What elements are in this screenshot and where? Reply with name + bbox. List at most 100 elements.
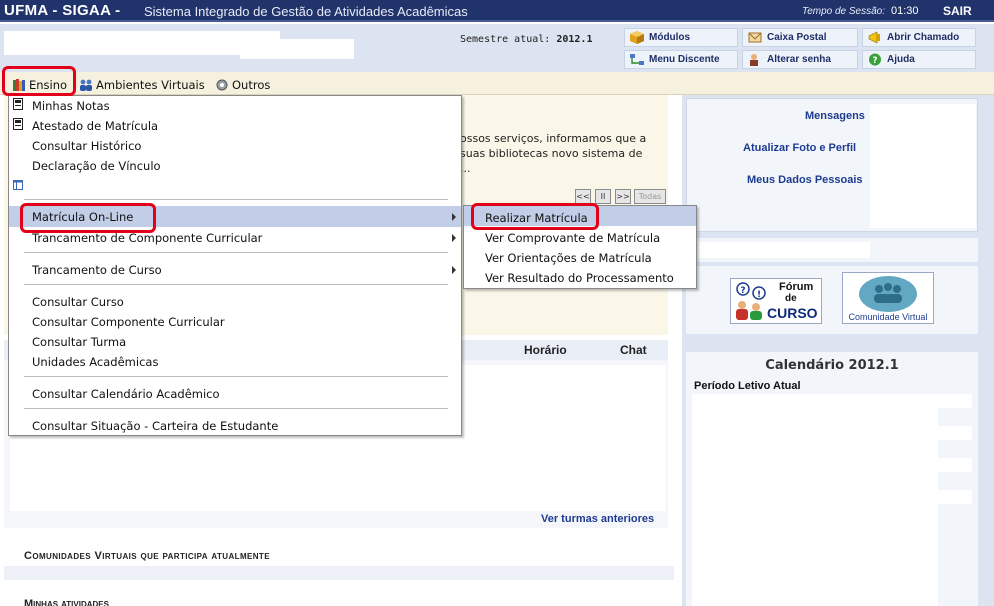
user-name-box — [4, 31, 280, 55]
abrir-chamado-label: Abrir Chamado — [887, 32, 960, 43]
document-icon — [13, 118, 23, 130]
profile-photo — [870, 104, 976, 228]
submenu-item-orientacoes[interactable]: Ver Orientações de Matrícula — [485, 251, 652, 265]
top-bar: UFMA - SIGAA - Sistema Integrado de Gest… — [0, 0, 994, 22]
brand-title: UFMA - SIGAA - — [4, 2, 121, 19]
menu-discente-button[interactable]: Menu Discente — [624, 50, 738, 69]
menu-separator — [24, 284, 448, 285]
calendario-title: Calendário 2012.1 — [765, 358, 899, 373]
modulos-label: Módulos — [649, 32, 691, 43]
help-icon: ? — [869, 53, 881, 66]
annotation-highlight-realizar-matricula — [471, 203, 599, 230]
info-bar-content — [698, 242, 870, 258]
minhas-atividades-title: Minhas atividades — [24, 598, 109, 606]
periodo-letivo-label: Período Letivo Atual — [694, 380, 801, 392]
menu-discente-label: Menu Discente — [649, 54, 720, 65]
menu-ambientes-label: Ambientes Virtuais — [96, 78, 205, 92]
semestre-atual: Semestre atual: 2012.1 — [460, 34, 592, 45]
meus-dados-link[interactable]: Meus Dados Pessoais — [747, 174, 863, 186]
column-horario: Horário — [524, 343, 567, 357]
abrir-chamado-button[interactable]: Abrir Chamado — [862, 28, 976, 47]
submenu-arrow-icon — [452, 266, 456, 274]
comunidade-virtual-label: Comunidade Virtual — [848, 312, 928, 322]
caixa-postal-button[interactable]: Caixa Postal — [742, 28, 858, 47]
annotation-highlight-ensino — [2, 66, 76, 96]
menu-separator — [24, 376, 448, 377]
pager-next-button[interactable]: >> — [615, 189, 631, 204]
comunidades-title: Comunidades Virtuais que participa atual… — [24, 550, 270, 562]
menu-item-trancamento-componente[interactable]: Trancamento de Componente Curricular — [32, 231, 262, 245]
atualizar-foto-link[interactable]: Atualizar Foto e Perfil — [743, 142, 856, 154]
people-icon — [80, 79, 92, 91]
user-key-icon — [750, 54, 758, 66]
megaphone-icon — [868, 31, 880, 44]
comunidades-list — [4, 566, 674, 580]
alterar-senha-label: Alterar senha — [767, 54, 831, 65]
menu-separator — [24, 408, 448, 409]
ver-turmas-anteriores-link[interactable]: Ver turmas anteriores — [541, 513, 654, 525]
notice-text: ossos serviços, informamos que a suas bi… — [460, 131, 660, 176]
menu-outros[interactable]: Outros — [215, 78, 270, 92]
svg-text:?: ? — [872, 56, 877, 66]
user-info-box — [240, 39, 354, 59]
menu-outros-label: Outros — [232, 78, 271, 92]
group-icon — [874, 283, 902, 303]
menu-separator — [24, 199, 448, 200]
calendario-row — [938, 426, 972, 440]
calendario-row — [938, 490, 972, 504]
menu-item-minhas-notas[interactable]: Minhas Notas — [32, 99, 110, 113]
ajuda-button[interactable]: ? Ajuda — [862, 50, 976, 69]
menu-item-unidades-academicas[interactable]: Unidades Acadêmicas — [32, 355, 158, 369]
column-chat: Chat — [620, 343, 647, 357]
cube-icon — [630, 31, 644, 44]
alterar-senha-button[interactable]: Alterar senha — [742, 50, 858, 69]
menu-item-consultar-turma[interactable]: Consultar Turma — [32, 335, 126, 349]
menu-separator — [24, 252, 448, 253]
document-icon — [13, 98, 23, 110]
notice-line: suas bibliotecas novo sistema de — [460, 147, 643, 160]
pager-all-button[interactable]: Todas — [634, 189, 666, 204]
modulos-button[interactable]: Módulos — [624, 28, 738, 47]
session-time: 01:30 — [891, 5, 919, 17]
menu-item-consultar-curso[interactable]: Consultar Curso — [32, 295, 124, 309]
forum-label-3: CURSO — [767, 305, 818, 321]
menu-item-atestado-matricula[interactable]: Atestado de Matrícula — [32, 119, 158, 133]
notice-line: ossos serviços, informamos que a — [460, 132, 647, 145]
forum-people-icon: ? ! — [736, 282, 766, 320]
session-label: Tempo de Sessão: — [802, 6, 886, 17]
mail-icon — [748, 32, 762, 43]
menu-item-trancamento-curso[interactable]: Trancamento de Curso — [32, 263, 162, 277]
pager-first-button[interactable]: << — [575, 189, 591, 204]
pager-pause-button[interactable]: II — [595, 189, 611, 204]
ajuda-label: Ajuda — [887, 54, 915, 65]
comunidade-virtual-button[interactable]: Comunidade Virtual — [842, 272, 934, 324]
system-name: Sistema Integrado de Gestão de Atividade… — [144, 4, 468, 19]
menu-item-declaracao-vinculo[interactable]: Declaração de Vínculo — [32, 159, 161, 173]
forum-label-1: Fórum — [779, 281, 814, 293]
menu-item-consultar-componente[interactable]: Consultar Componente Curricular — [32, 315, 225, 329]
calendario-content — [692, 394, 938, 606]
comunidade-virtual-icon — [859, 276, 917, 312]
forum-curso-button[interactable]: ? ! Fórum de CURSO — [730, 278, 822, 324]
annotation-highlight-matricula-online — [20, 203, 156, 233]
svg-text:?: ? — [740, 286, 745, 296]
network-icon — [630, 54, 644, 65]
submenu-arrow-icon — [452, 213, 456, 221]
calendario-row — [938, 394, 972, 408]
mensagens-link[interactable]: Mensagens — [805, 110, 865, 122]
forum-label-2: de — [785, 293, 797, 304]
semestre-value: 2012.1 — [556, 34, 593, 45]
menu-item-consultar-historico[interactable]: Consultar Histórico — [32, 139, 141, 153]
notice-line: ... — [460, 162, 471, 175]
menu-item-calendario-academico[interactable]: Consultar Calendário Acadêmico — [32, 387, 220, 401]
caixa-postal-label: Caixa Postal — [767, 32, 827, 43]
submenu-item-resultado[interactable]: Ver Resultado do Processamento — [485, 271, 674, 285]
table-icon — [13, 180, 23, 190]
calendario-row — [938, 458, 972, 472]
menu-ambientes-virtuais[interactable]: Ambientes Virtuais — [79, 78, 205, 92]
submenu-item-comprovante[interactable]: Ver Comprovante de Matrícula — [485, 231, 660, 245]
semestre-label: Semestre atual: — [460, 34, 551, 45]
svg-text:!: ! — [757, 290, 761, 300]
menu-item-situacao-carteira[interactable]: Consultar Situação - Carteira de Estudan… — [32, 419, 278, 433]
logout-button[interactable]: SAIR — [943, 4, 972, 18]
